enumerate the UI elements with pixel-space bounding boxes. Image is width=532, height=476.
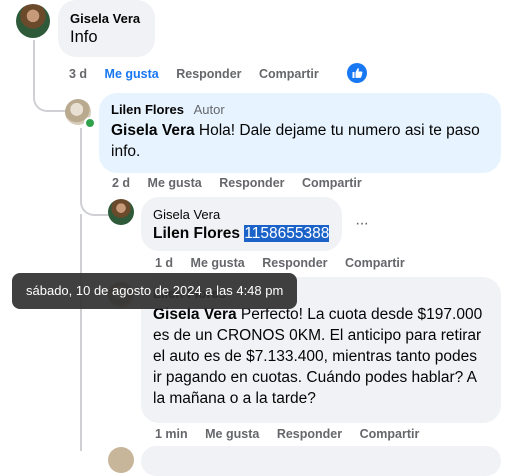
comment-bubble-2: Lilen Flores Autor Gisela Vera Hola! Dal… bbox=[99, 93, 501, 173]
reply-button[interactable]: Responder bbox=[277, 427, 342, 441]
like-button[interactable]: Me gusta bbox=[191, 256, 245, 270]
comment-actions-2: 2 d Me gusta Responder Compartir bbox=[112, 176, 362, 190]
author-badge: Autor bbox=[193, 102, 225, 117]
comment-text: Gisela Vera Hola! Dale dejame tu numero … bbox=[111, 120, 489, 162]
share-button[interactable]: Compartir bbox=[259, 67, 319, 81]
comment-text: Gisela Vera Perfecto! La cuota desde $19… bbox=[153, 304, 489, 409]
comment-bubble-3: Gisela Vera Lilen Flores 1158655388 bbox=[141, 197, 342, 251]
share-button[interactable]: Compartir bbox=[345, 256, 405, 270]
mention-tag[interactable]: Gisela Vera bbox=[111, 122, 195, 139]
comment-time[interactable]: 3 d bbox=[69, 67, 87, 81]
share-button[interactable]: Compartir bbox=[360, 427, 420, 441]
mention-tag[interactable]: Lilen Flores bbox=[153, 225, 240, 242]
thumbs-up-icon[interactable] bbox=[347, 63, 367, 83]
comment-author[interactable]: Gisela Vera bbox=[70, 11, 143, 26]
like-button[interactable]: Me gusta bbox=[148, 176, 202, 190]
reply-button[interactable]: Responder bbox=[219, 176, 284, 190]
like-button[interactable]: Me gusta bbox=[105, 67, 159, 81]
comment-actions-4: 1 min Me gusta Responder Compartir bbox=[155, 427, 419, 441]
comment-text: Info bbox=[70, 28, 98, 46]
comment-time[interactable]: 1 min bbox=[155, 427, 188, 441]
comment-time[interactable]: 2 d bbox=[112, 176, 130, 190]
comment-actions-3: 1 d Me gusta Responder Compartir bbox=[155, 256, 405, 270]
comment-author[interactable]: Lilen Flores bbox=[111, 102, 184, 117]
timestamp-tooltip: sábado, 10 de agosto de 2024 a las 4:48 … bbox=[12, 273, 298, 309]
comment-actions-1: 3 d Me gusta Responder Compartir bbox=[69, 67, 319, 81]
like-button[interactable]: Me gusta bbox=[205, 427, 259, 441]
avatar-gisela[interactable] bbox=[108, 199, 134, 225]
comment-text: Lilen Flores 1158655388 bbox=[153, 223, 330, 244]
reply-button[interactable]: Responder bbox=[262, 256, 327, 270]
comment-bubble-1: Gisela Vera Info bbox=[58, 0, 155, 57]
avatar-gisela[interactable] bbox=[16, 4, 50, 38]
reply-button[interactable]: Responder bbox=[176, 67, 241, 81]
online-status-dot bbox=[84, 117, 96, 129]
more-options-icon[interactable]: ··· bbox=[355, 215, 369, 233]
share-button[interactable]: Compartir bbox=[302, 176, 362, 190]
comment-author[interactable]: Gisela Vera bbox=[153, 207, 330, 222]
thread-line-3 bbox=[80, 214, 84, 451]
phone-number: 1158655388 bbox=[244, 225, 330, 242]
comment-time[interactable]: 1 d bbox=[155, 256, 173, 270]
